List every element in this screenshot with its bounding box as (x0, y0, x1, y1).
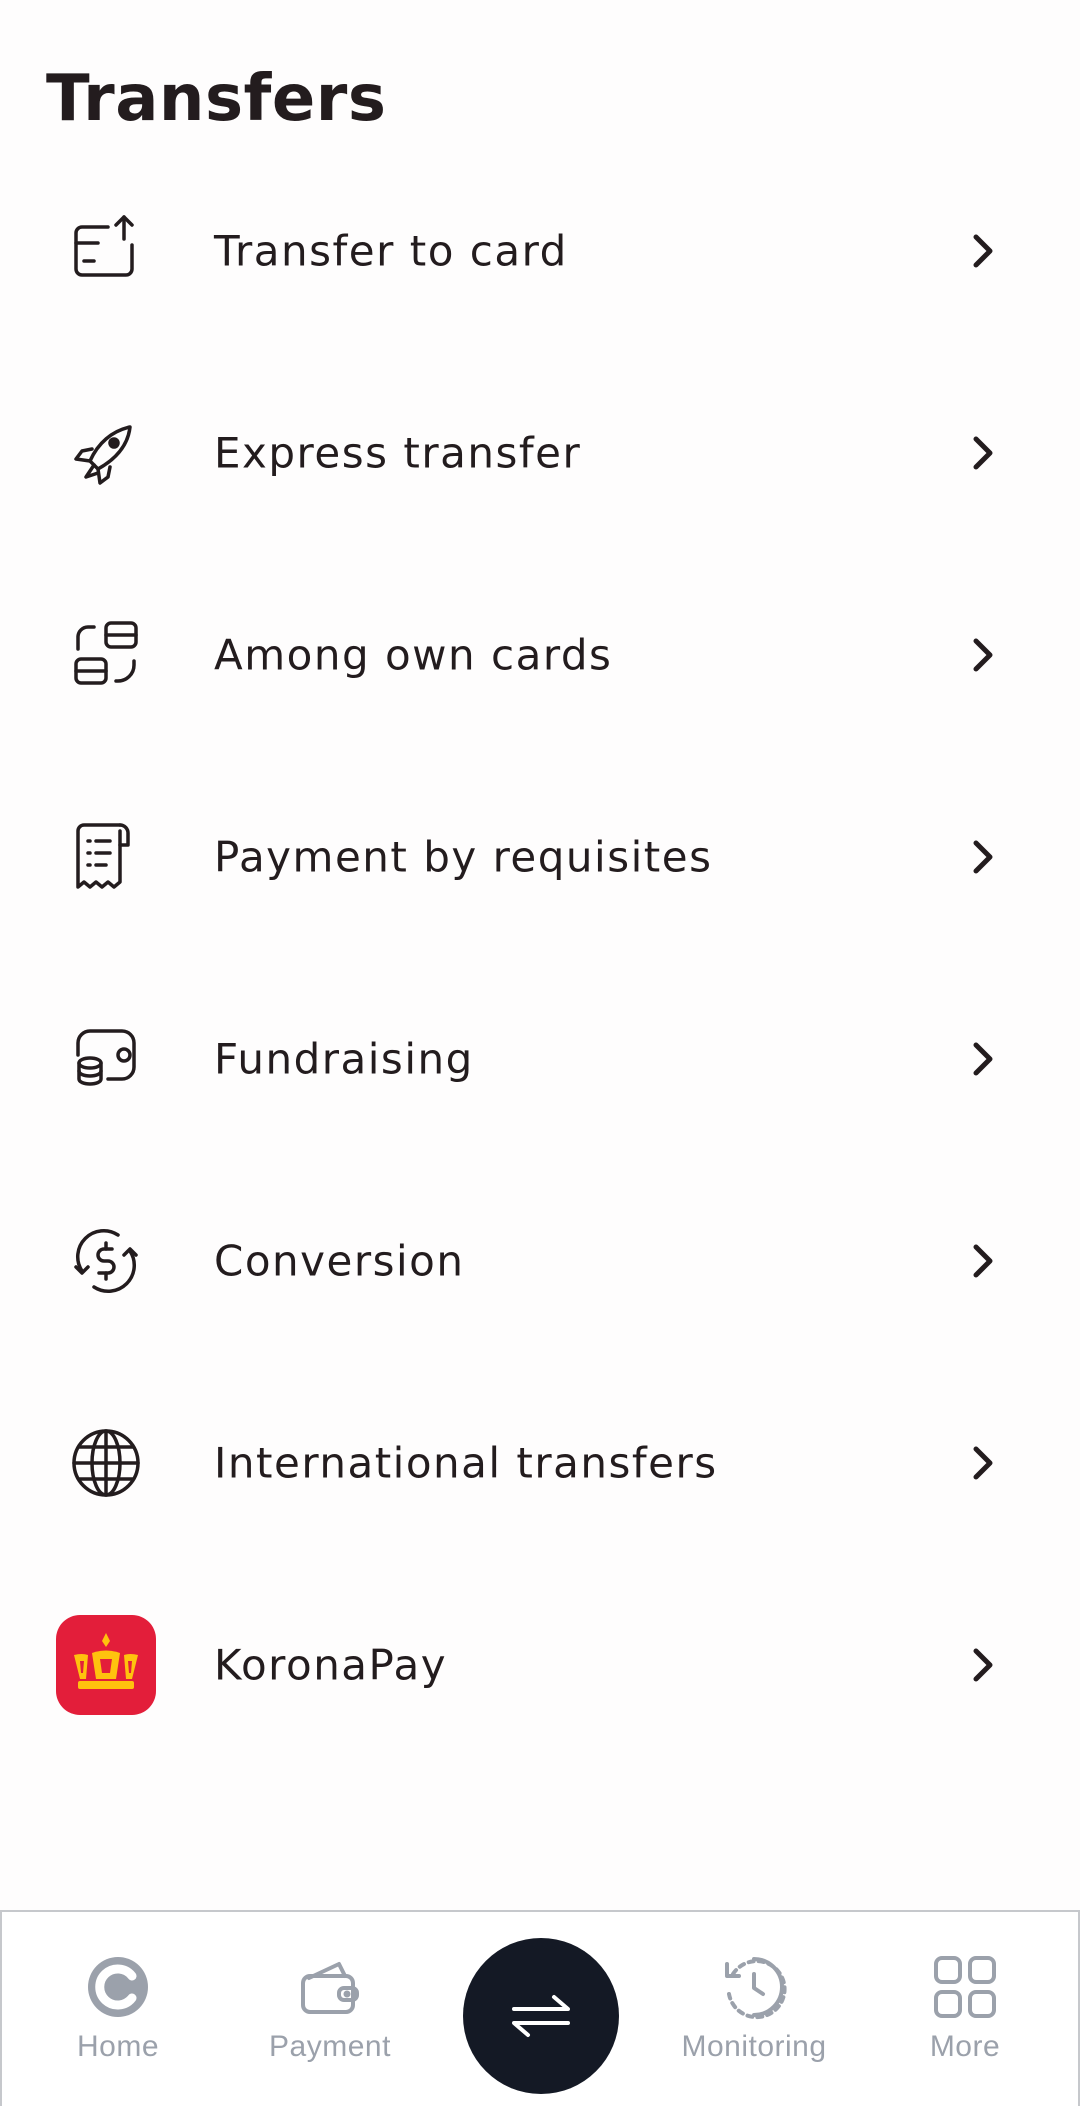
menu-item-fundraising[interactable]: Fundraising (0, 958, 1080, 1160)
menu-item-label: KoronaPay (214, 1640, 448, 1690)
menu-item-payment-by-requisites[interactable]: Payment by requisites (0, 756, 1080, 958)
menu-item-express-transfer[interactable]: Express transfer (0, 352, 1080, 554)
chevron-right-icon (973, 638, 993, 672)
nav-label-more: More (929, 2030, 1001, 2063)
bottom-navigation: Home Payment Monitoring More (0, 1910, 1080, 2106)
nav-item-home[interactable]: Home (68, 1912, 168, 2106)
page-title: Transfers (46, 62, 387, 136)
menu-item-koronapay[interactable]: KoronaPay (0, 1564, 1080, 1766)
grid-icon (934, 1956, 996, 2018)
menu-item-label: Among own cards (214, 630, 613, 680)
chevron-right-icon (973, 1446, 993, 1480)
wallet-icon (301, 1962, 359, 2014)
home-logo-icon (88, 1957, 148, 2017)
globe-icon (56, 1413, 156, 1513)
transfer-arrows-icon (512, 1995, 570, 2037)
transfers-menu: Transfer to card Express transfer Among … (0, 150, 1080, 1766)
menu-item-among-own-cards[interactable]: Among own cards (0, 554, 1080, 756)
chevron-right-icon (973, 436, 993, 470)
korona-crown-icon (56, 1615, 156, 1715)
nav-label-payment: Payment (269, 2030, 391, 2063)
history-clock-icon (725, 1957, 787, 2020)
chevron-right-icon (973, 1042, 993, 1076)
rocket-icon (56, 403, 156, 503)
nav-item-monitoring[interactable]: Monitoring (672, 1912, 836, 2106)
currency-exchange-icon (56, 1211, 156, 1311)
menu-item-label: Express transfer (214, 428, 582, 478)
chevron-right-icon (973, 1648, 993, 1682)
receipt-icon (56, 807, 156, 907)
transfer-fab-button[interactable] (463, 1938, 619, 2094)
nav-label-monitoring: Monitoring (681, 2030, 827, 2063)
nav-label-home: Home (76, 2030, 160, 2063)
nav-item-more[interactable]: More (915, 1912, 1015, 2106)
menu-item-label: Conversion (214, 1236, 465, 1286)
menu-item-label: Payment by requisites (214, 832, 713, 882)
menu-item-label: Transfer to card (214, 226, 568, 276)
menu-item-international-transfers[interactable]: International transfers (0, 1362, 1080, 1564)
chevron-right-icon (973, 234, 993, 268)
chevron-right-icon (973, 840, 993, 874)
menu-item-transfer-to-card[interactable]: Transfer to card (0, 150, 1080, 352)
menu-item-label: International transfers (214, 1438, 718, 1488)
card-upload-icon (56, 201, 156, 301)
menu-item-label: Fundraising (214, 1034, 474, 1084)
coins-jar-icon (56, 1009, 156, 1109)
chevron-right-icon (973, 1244, 993, 1278)
card-swap-icon (56, 605, 156, 705)
nav-item-payment[interactable]: Payment (260, 1912, 400, 2106)
menu-item-conversion[interactable]: Conversion (0, 1160, 1080, 1362)
